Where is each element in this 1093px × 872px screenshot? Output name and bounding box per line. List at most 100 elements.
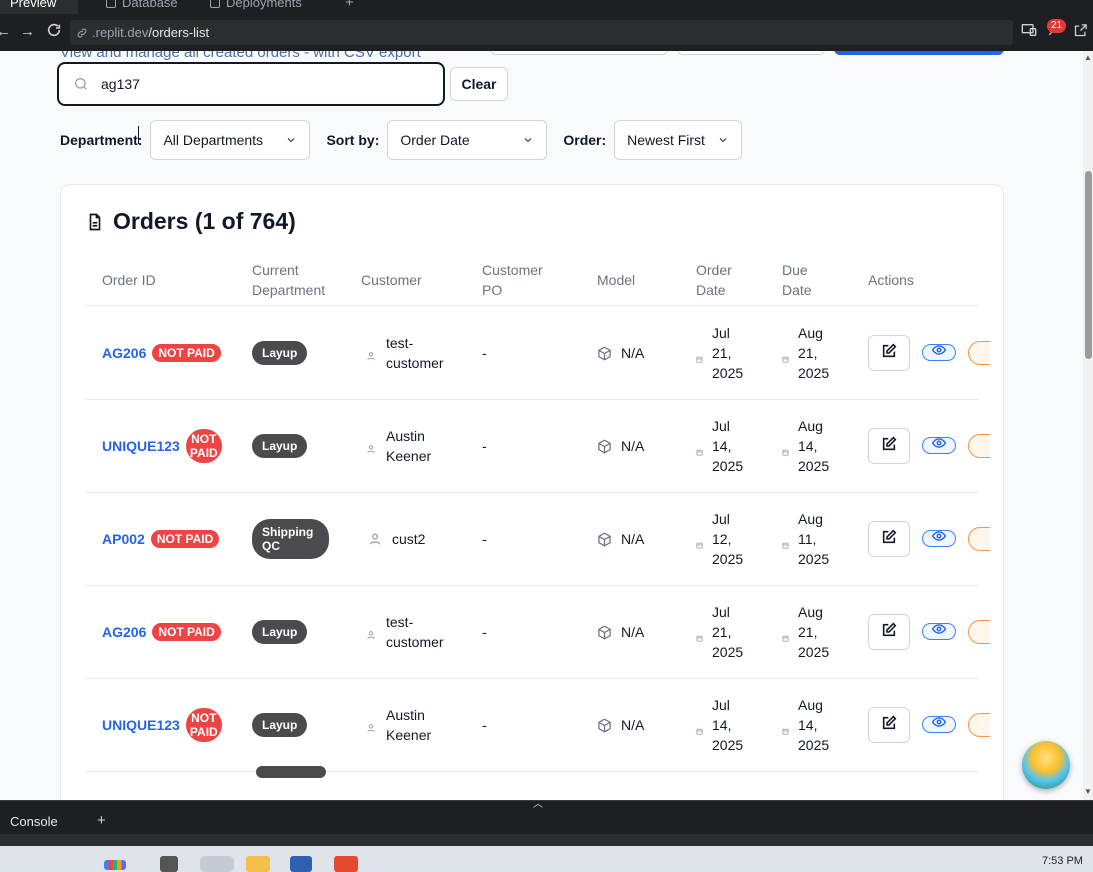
department-badge: Layup [252,620,308,644]
taskbar-chart-app-icon[interactable] [104,860,126,870]
scrollbar-thumb[interactable] [1085,171,1092,359]
edit-order-button[interactable] [868,428,910,464]
due-date-cell: Aug 14, 2025 [782,679,832,771]
search-input-wrapper[interactable] [57,62,445,106]
model-value: N/A [621,438,645,454]
console-tab[interactable]: Console [10,814,58,829]
customer-name: Austin Keener [386,707,432,743]
clear-search-button[interactable]: Clear [450,67,508,101]
user-icon [366,627,376,639]
taskbar-chrome-icon[interactable] [200,856,234,872]
add-console-tab-icon[interactable]: + [97,812,106,829]
taskbar-app-icon-2[interactable] [290,856,312,872]
tab-deployments[interactable]: Deployments [200,0,332,14]
header-action-button[interactable] [490,51,668,55]
model-cell: N/A [597,493,644,585]
order-id-link[interactable]: AG206 [102,624,146,640]
order-id-cell: AG206 NOT PAID [102,586,221,678]
department-filter-label: Department: [60,132,143,148]
tab-database[interactable]: Database [96,0,206,14]
table-row: AG206 NOT PAID Layup test-customer - N/A Jul 2… [86,586,990,679]
customer-po-cell: - [482,586,487,678]
back-icon[interactable]: ← [0,22,11,42]
model-cell: N/A [597,400,644,492]
col-due-date: Due Date [782,262,812,298]
os-taskbar: 7:53 PM [0,846,1093,872]
view-order-button[interactable] [922,437,956,454]
order-date-value: Jul 14, 2025 [712,697,744,753]
more-actions-button[interactable] [968,527,990,551]
department-select[interactable]: All Departments [150,120,311,160]
order-date-cell: Jul 12, 2025 [696,493,746,585]
console-panel-edge [0,834,1093,846]
export-csv-button[interactable] [834,51,1004,55]
customer-cell: test-customer [366,307,450,399]
department-cell: Layup [252,400,308,492]
calendar-icon [782,722,789,735]
database-icon [106,0,116,8]
orders-card: Orders (1 of 764) Order ID Current Depar… [60,184,1004,800]
view-order-button[interactable] [922,344,956,361]
more-actions-button[interactable] [968,341,990,365]
new-tab-icon[interactable]: + [345,0,354,11]
customer-name: test-customer [386,335,444,371]
order-id-link[interactable]: UNIQUE123 [102,717,180,733]
due-date-cell: Aug [782,787,832,800]
order-direction-select[interactable]: Newest First [614,120,743,160]
url-path: /orders-list [148,25,210,40]
view-order-button[interactable] [922,623,956,640]
sort-by-label: Sort by: [326,132,380,148]
order-id-cell: UNIQUE123 NOT PAID [102,679,222,771]
devices-icon[interactable] [1021,23,1037,42]
more-actions-button[interactable] [968,713,990,737]
sort-by-select[interactable]: Order Date [387,120,548,160]
open-new-window-icon[interactable] [1073,23,1088,43]
search-input[interactable] [101,76,401,92]
more-actions-button[interactable] [968,434,990,458]
department-select-value: All Departments [163,132,264,148]
order-date-cell: Jul [696,787,746,800]
tab-preview[interactable]: Preview [0,0,78,14]
taskbar-app-icon[interactable] [160,856,178,872]
edit-icon [881,529,897,550]
eye-icon [931,436,947,455]
order-id-link[interactable]: AG206 [102,345,146,361]
edit-order-button[interactable] [868,335,910,371]
edit-order-button[interactable] [868,707,910,743]
model-cell: N/A [597,586,644,678]
order-id-link[interactable]: UNIQUE123 [102,438,180,454]
filter-bar: Department: All Departments Sort by: Ord… [60,120,743,160]
address-bar[interactable]: .replit.dev/orders-list [70,20,1013,45]
user-icon [366,720,376,732]
reload-icon[interactable] [46,22,62,44]
edit-order-button[interactable] [868,614,910,650]
header-action-button-2[interactable] [677,51,825,55]
assistant-avatar-button[interactable] [1022,741,1070,789]
taskbar-app-icon-3[interactable] [334,856,358,872]
edit-order-button[interactable] [868,521,910,557]
taskbar-clock: 7:53 PM [1042,855,1083,867]
order-direction-select-value: Newest First [627,132,705,148]
chevron-up-icon[interactable]: ︿ [533,795,543,810]
calendar-icon [696,536,703,549]
page-scrollbar[interactable]: ▲ ▼ [1083,51,1093,800]
payment-status-badge: NOT PAID [150,530,220,548]
calendar-icon [696,722,703,735]
model-value: N/A [621,717,645,733]
col-customer: Customer [361,272,422,288]
order-date-cell: Jul 14, 2025 [696,679,746,771]
more-actions-button[interactable] [968,620,990,644]
customer-po-cell: - [482,679,487,771]
eye-icon [931,622,947,641]
view-order-button[interactable] [922,530,956,547]
order-id-link[interactable]: AP002 [102,531,145,547]
url-domain: .replit.dev [92,25,149,40]
taskbar-folder-icon[interactable] [246,856,270,872]
view-order-button[interactable] [922,716,956,733]
department-badge: Layup [252,713,308,737]
forward-icon[interactable]: → [20,22,35,42]
scroll-down-icon[interactable]: ▼ [1084,787,1092,796]
scroll-up-icon[interactable]: ▲ [1084,53,1092,62]
notification-badge[interactable]: 21 [1047,19,1066,33]
customer-po-value: - [482,531,487,547]
